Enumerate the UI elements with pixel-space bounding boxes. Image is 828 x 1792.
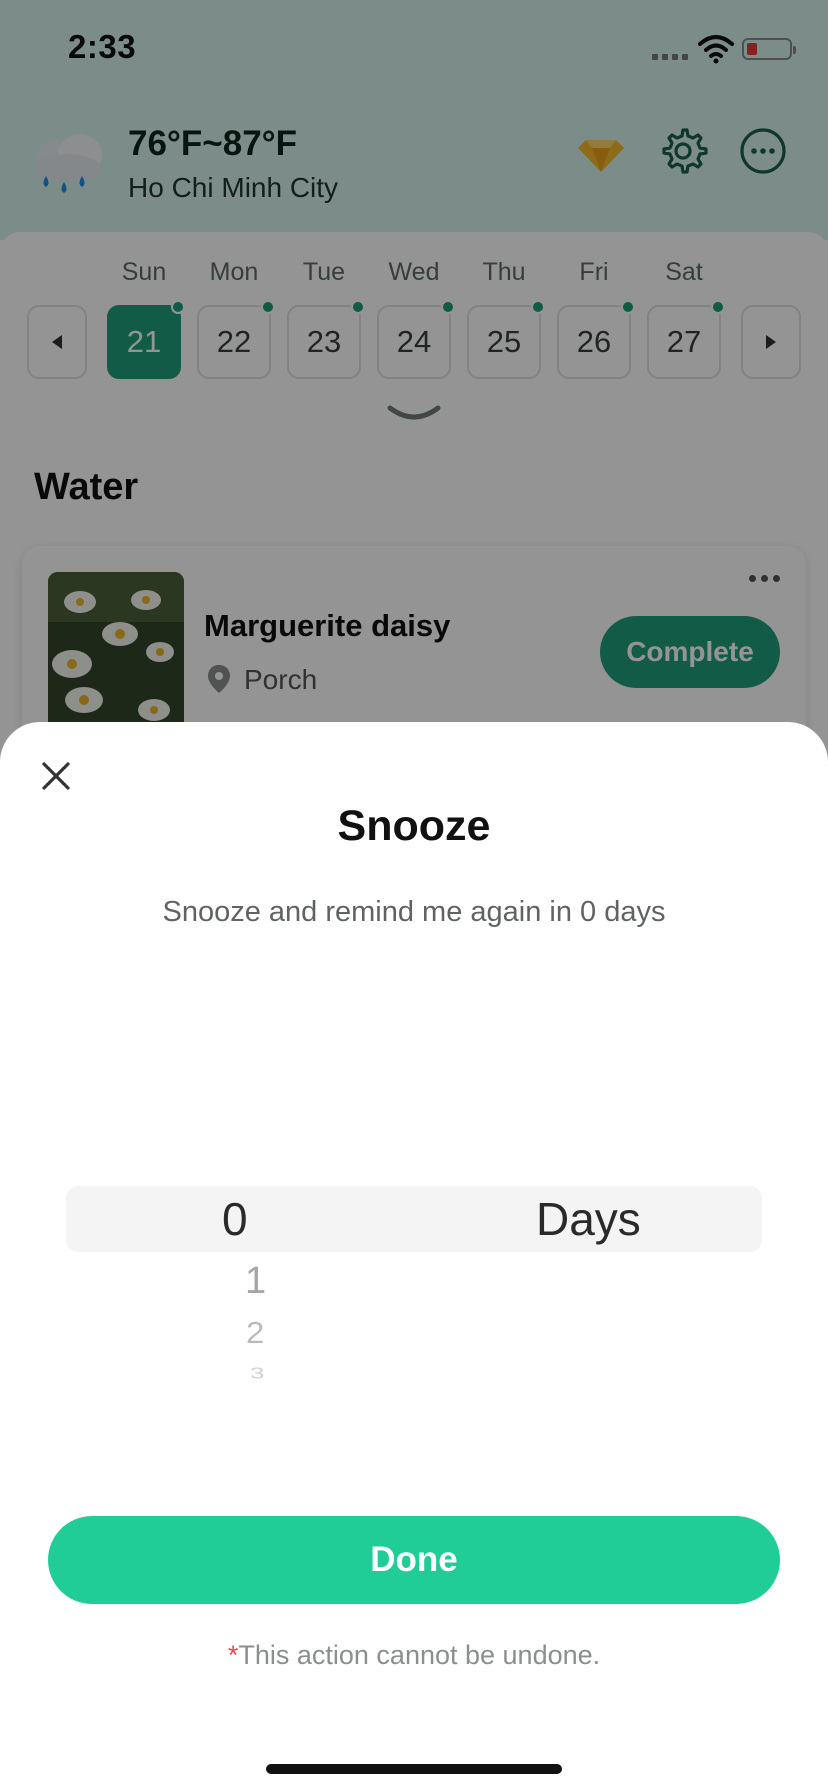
warning-note: *This action cannot be undone.	[0, 1640, 828, 1671]
snooze-sheet	[0, 722, 828, 1792]
required-star: *	[227, 1640, 239, 1670]
app-root: 2:33 76°F~87°F Ho Chi Minh City Sun Mon …	[0, 0, 828, 1792]
picker-selected-value[interactable]: 0	[222, 1192, 248, 1246]
picker-selection-highlight	[66, 1186, 762, 1252]
picker-option[interactable]: 3	[250, 1364, 264, 1383]
picker-option[interactable]: 1	[245, 1260, 266, 1303]
picker-option[interactable]: 2	[246, 1316, 264, 1351]
sheet-subtitle: Snooze and remind me again in 0 days	[162, 896, 666, 928]
picker-unit[interactable]: Days	[536, 1192, 641, 1246]
warning-text: This action cannot be undone.	[238, 1640, 601, 1670]
close-icon[interactable]	[38, 758, 74, 794]
home-indicator[interactable]	[266, 1764, 562, 1774]
done-button[interactable]: Done	[48, 1516, 780, 1604]
sheet-title: Snooze	[337, 802, 491, 850]
